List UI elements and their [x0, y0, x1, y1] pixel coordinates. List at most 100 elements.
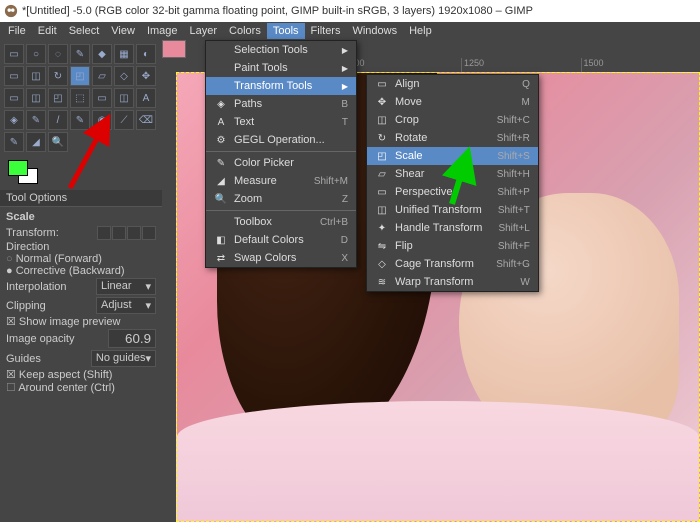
menu-item-label: Swap Colors	[234, 252, 325, 264]
menu1-item-paint-tools[interactable]: Paint Tools▶	[206, 59, 356, 77]
tool-button[interactable]: ⬚	[70, 88, 90, 108]
menu-file[interactable]: File	[2, 23, 32, 39]
menu-layer[interactable]: Layer	[184, 23, 224, 39]
menu1-item-zoom[interactable]: 🔍ZoomZ	[206, 190, 356, 208]
direction-normal[interactable]: Normal (Forward)	[6, 253, 156, 265]
menu-view[interactable]: View	[105, 23, 141, 39]
menu2-item-flip[interactable]: ⇋FlipShift+F	[367, 237, 538, 255]
tool-button[interactable]: /	[48, 110, 68, 130]
menu1-item-measure[interactable]: ◢MeasureShift+M	[206, 172, 356, 190]
menu1-item-color-picker[interactable]: ✎Color Picker	[206, 154, 356, 172]
ruler-tick: 1000	[342, 58, 462, 72]
tool-button[interactable]: ◌	[48, 44, 68, 64]
menu-item-label: Unified Transform	[395, 204, 482, 216]
tool-button[interactable]: ✥	[136, 66, 156, 86]
menu-item-label: Default Colors	[234, 234, 325, 246]
guides-combo[interactable]: No guides▾	[91, 350, 156, 367]
tool-button[interactable]: ▱	[92, 66, 112, 86]
menu-image[interactable]: Image	[141, 23, 184, 39]
image-tab[interactable]	[162, 40, 186, 58]
menu-help[interactable]: Help	[403, 23, 438, 39]
tool-button[interactable]: ✎	[4, 132, 24, 152]
menu1-item-transform-tools[interactable]: Transform Tools▶	[206, 77, 356, 95]
tool-button[interactable]: ◫	[114, 88, 134, 108]
menu-item-label: Cage Transform	[395, 258, 480, 270]
menu-item-label: Transform Tools	[234, 80, 334, 92]
interpolation-label: Interpolation	[6, 281, 67, 293]
menu2-item-scale[interactable]: ◰ScaleShift+S	[367, 147, 538, 165]
menu-item-icon: ≋	[375, 277, 389, 288]
tool-button[interactable]: ✎	[26, 110, 46, 130]
tool-button[interactable]: ◇	[114, 66, 134, 86]
menu-item-icon: ⚙	[214, 135, 228, 146]
opacity-input[interactable]	[108, 329, 156, 348]
tool-button[interactable]: ▭	[92, 88, 112, 108]
menu2-item-handle-transform[interactable]: ✦Handle TransformShift+L	[367, 219, 538, 237]
tool-button[interactable]: ◉	[92, 110, 112, 130]
show-preview-check[interactable]: Show image preview	[6, 315, 156, 328]
tool-button[interactable]: ○	[26, 44, 46, 64]
tool-button[interactable]: ◫	[26, 66, 46, 86]
menu1-item-paths[interactable]: ◈PathsB	[206, 95, 356, 113]
menu1-item-gegl-operation-[interactable]: ⚙GEGL Operation...	[206, 131, 356, 149]
tool-button[interactable]: ◫	[26, 88, 46, 108]
menu2-item-unified-transform[interactable]: ◫Unified TransformShift+T	[367, 201, 538, 219]
tool-button[interactable]: ◰	[48, 88, 68, 108]
menu1-item-default-colors[interactable]: ◧Default ColorsD	[206, 231, 356, 249]
menu-windows[interactable]: Windows	[346, 23, 403, 39]
keep-aspect-check[interactable]: Keep aspect (Shift)	[6, 368, 156, 381]
menu2-item-warp-transform[interactable]: ≋Warp TransformW	[367, 273, 538, 291]
tool-button[interactable]: ▭	[4, 44, 24, 64]
image-content	[177, 401, 699, 521]
clipping-combo[interactable]: Adjust▾	[96, 297, 156, 314]
tool-button[interactable]: A	[136, 88, 156, 108]
tool-button[interactable]: ◐	[136, 44, 156, 64]
menu-item-shortcut: Shift+T	[498, 205, 530, 216]
tool-button[interactable]: ↻	[48, 66, 68, 86]
toolbox: ▭○◌✎◆▦◐▭◫↻◰▱◇✥▭◫◰⬚▭◫A◈✎/✎◉⟋⌫✎◢🔍	[0, 40, 162, 156]
menu-item-icon: ▭	[375, 79, 389, 90]
tool-button[interactable]: ▭	[4, 88, 24, 108]
menu1-item-text[interactable]: ATextT	[206, 113, 356, 131]
menu2-item-rotate[interactable]: ↻RotateShift+R	[367, 129, 538, 147]
tool-button[interactable]: ✎	[70, 110, 90, 130]
menu-item-icon: ↻	[375, 133, 389, 144]
tool-button[interactable]: ◰	[70, 66, 90, 86]
interpolation-combo[interactable]: Linear▾	[96, 278, 156, 295]
fg-color[interactable]	[8, 160, 28, 176]
tool-button[interactable]: ✎	[70, 44, 90, 64]
transform-target-buttons[interactable]	[97, 226, 156, 240]
tool-button[interactable]: ◈	[4, 110, 24, 130]
menu-tools[interactable]: Tools	[267, 23, 305, 39]
around-center-check[interactable]: Around center (Ctrl)	[6, 381, 156, 394]
tool-button[interactable]: ▦	[114, 44, 134, 64]
menu2-item-align[interactable]: ▭AlignQ	[367, 75, 538, 93]
direction-corrective[interactable]: Corrective (Backward)	[6, 265, 156, 277]
menu1-item-toolbox[interactable]: ToolboxCtrl+B	[206, 213, 356, 231]
tool-button[interactable]: ▭	[4, 66, 24, 86]
menu1-item-swap-colors[interactable]: ⇄Swap ColorsX	[206, 249, 356, 267]
direction-label: Direction	[6, 241, 156, 253]
tool-button[interactable]: ⟋	[114, 110, 134, 130]
menu-item-shortcut: W	[520, 277, 529, 288]
menu-item-label: Shear	[395, 168, 481, 180]
tool-button[interactable]: ◢	[26, 132, 46, 152]
menu2-item-perspective[interactable]: ▭PerspectiveShift+P	[367, 183, 538, 201]
menu-item-shortcut: Q	[522, 79, 530, 90]
menu1-item-selection-tools[interactable]: Selection Tools▶	[206, 41, 356, 59]
menu2-item-move[interactable]: ✥MoveM	[367, 93, 538, 111]
tool-button[interactable]: ◆	[92, 44, 112, 64]
menu-select[interactable]: Select	[63, 23, 106, 39]
menu-item-shortcut: Shift+G	[496, 259, 530, 270]
menu-colors[interactable]: Colors	[223, 23, 267, 39]
menu2-item-cage-transform[interactable]: ◇Cage TransformShift+G	[367, 255, 538, 273]
tool-button[interactable]: 🔍	[48, 132, 68, 152]
tool-button[interactable]: ⌫	[136, 110, 156, 130]
color-swatch[interactable]	[8, 160, 44, 186]
menu-item-icon: 🔍	[214, 194, 228, 205]
menu-edit[interactable]: Edit	[32, 23, 63, 39]
menu-filters[interactable]: Filters	[305, 23, 347, 39]
menu-item-label: Color Picker	[234, 157, 332, 169]
menu2-item-crop[interactable]: ◫CropShift+C	[367, 111, 538, 129]
menu2-item-shear[interactable]: ▱ShearShift+H	[367, 165, 538, 183]
